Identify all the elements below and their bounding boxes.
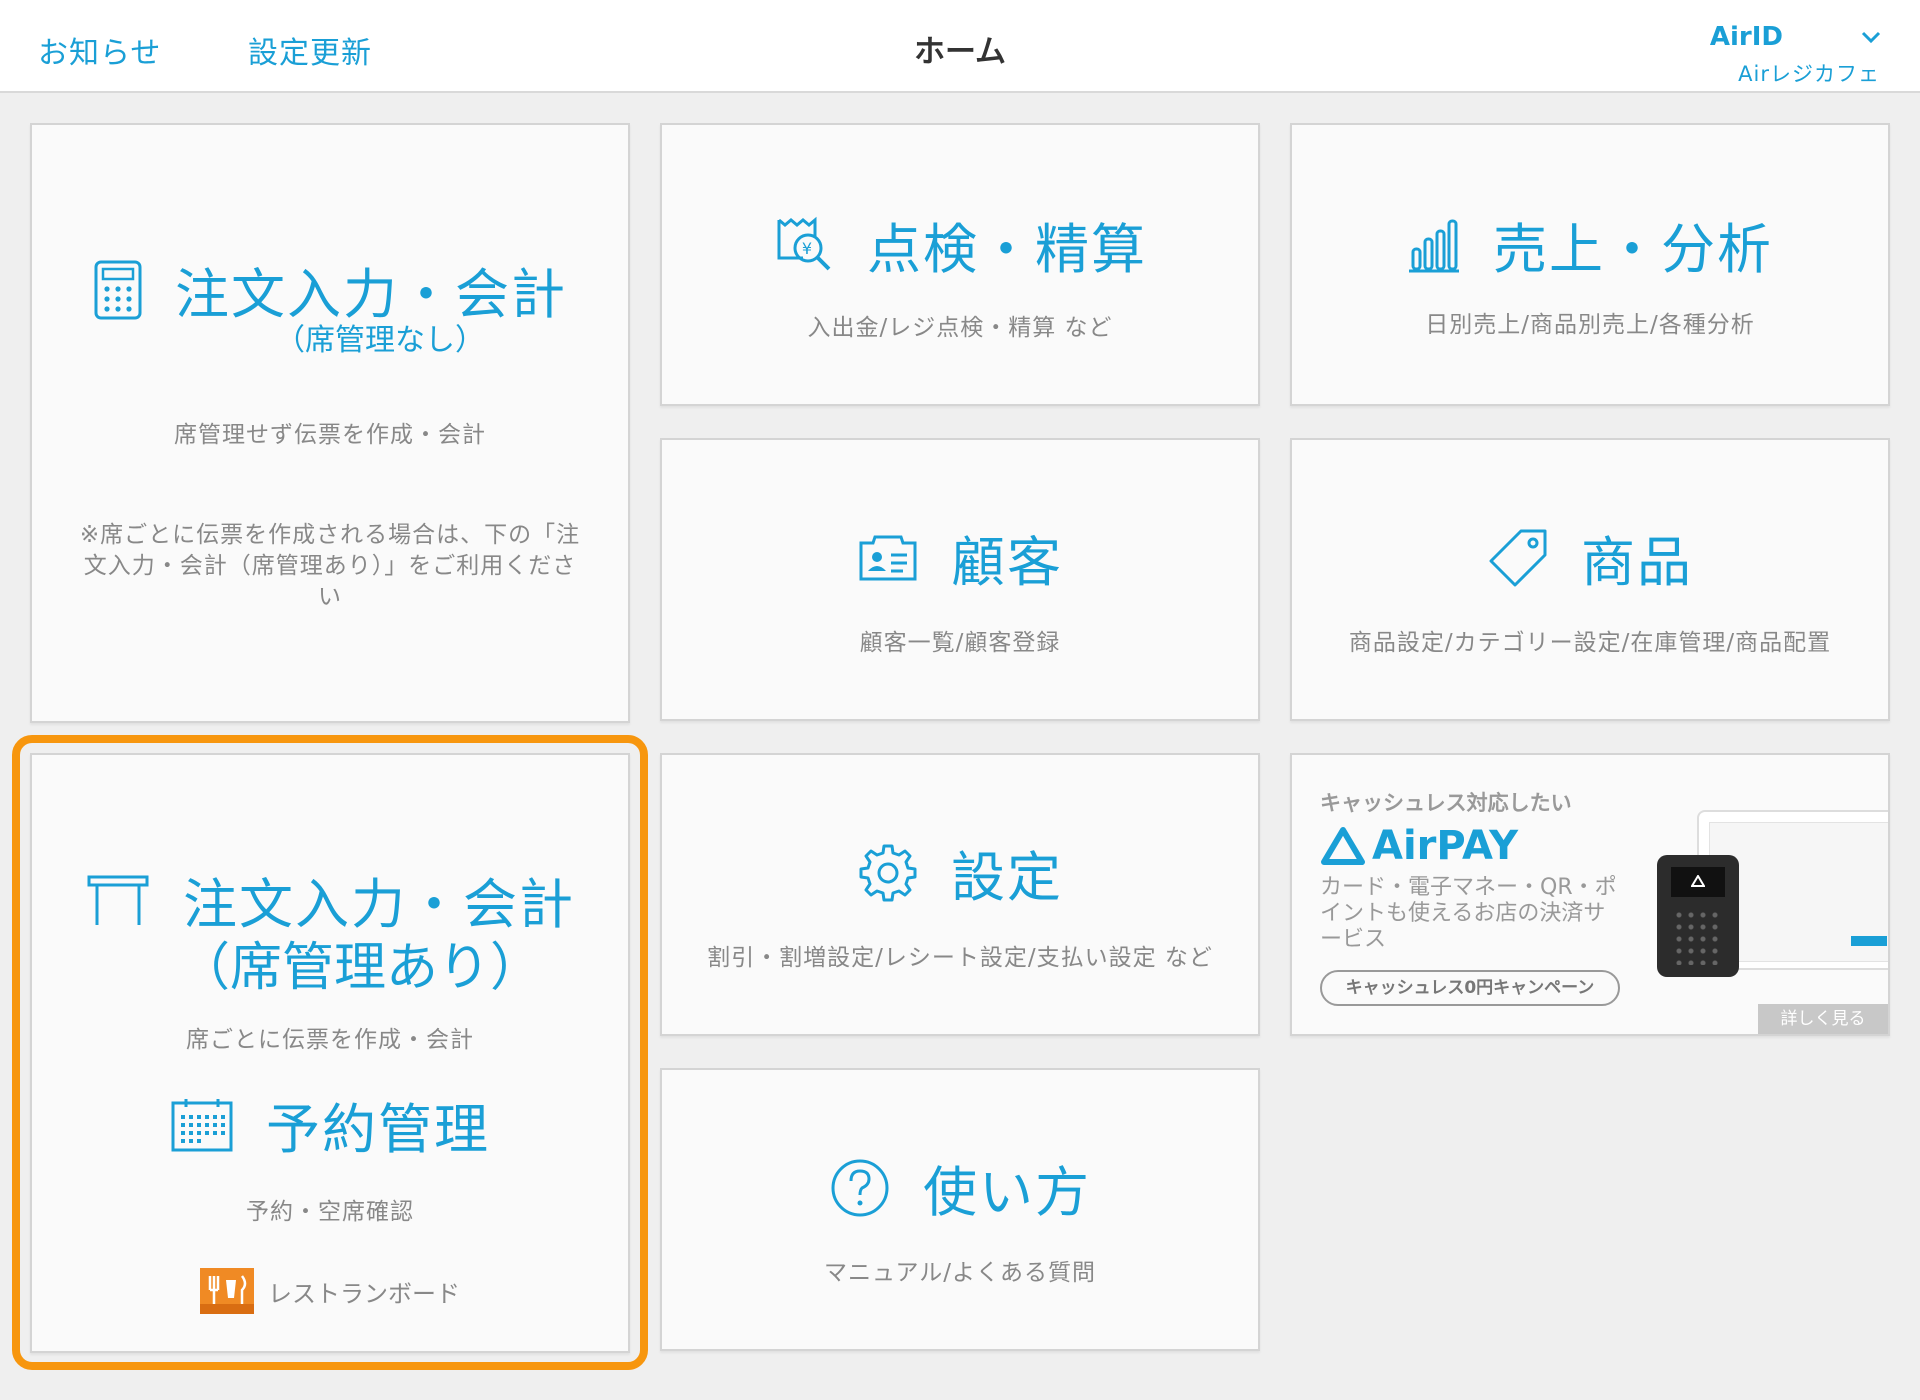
bar-chart-icon xyxy=(1409,219,1459,272)
howto-card[interactable]: 使い方 マニュアル/よくある質問 xyxy=(660,1068,1260,1351)
table-icon xyxy=(87,875,149,925)
order-seat-paren: （席管理あり） xyxy=(177,938,542,998)
howto-desc: マニュアル/よくある質問 xyxy=(823,1260,1097,1286)
gear-icon xyxy=(859,844,917,901)
promo-headline: キャッシュレス対応したい xyxy=(1320,791,1572,815)
campaign-button[interactable]: キャッシュレス0円キャンペーン xyxy=(1320,970,1620,1006)
settings-update-link[interactable]: 設定更新 xyxy=(248,28,372,72)
inspection-title-row: ¥ 点検・精算 xyxy=(662,205,1258,284)
product-desc: 商品設定/カテゴリー設定/在庫管理/商品配置 xyxy=(1348,630,1832,656)
sales-card[interactable]: 売上・分析 日別売上/商品別売上/各種分析 xyxy=(1290,123,1890,406)
store-name: Airレジカフェ xyxy=(1738,62,1880,86)
sales-title: 売上・分析 xyxy=(1493,218,1773,281)
card-reader-illustration xyxy=(1657,855,1739,977)
airpay-triangle-icon xyxy=(1321,827,1365,865)
help-icon xyxy=(831,1159,889,1216)
inspection-desc: 入出金/レジ点検・精算 など xyxy=(807,315,1113,341)
reservation-desc: 予約・空席確認 xyxy=(246,1199,414,1225)
restaurant-board-row[interactable]: レストランボード xyxy=(32,1268,628,1314)
sales-title-row: 売上・分析 xyxy=(1292,205,1888,284)
order-seat-desc: 席ごとに伝票を作成・会計 xyxy=(186,1027,474,1053)
top-header: お知らせ 設定更新 ホーム AirID Airレジカフェ xyxy=(0,0,1920,93)
settings-desc: 割引・割増設定/レシート設定/支払い設定 など xyxy=(707,945,1213,971)
settings-title-row: 設定 xyxy=(662,833,1258,912)
restaurant-board-logo xyxy=(200,1268,254,1314)
see-more-button[interactable]: 詳しく見る xyxy=(1758,1004,1888,1034)
airpay-promo-card[interactable]: キャッシュレス対応したい AirPAY カード・電子マネー・QR・ポイントも使え… xyxy=(1290,753,1890,1036)
sales-desc: 日別売上/商品別売上/各種分析 xyxy=(1425,312,1755,338)
restaurant-board-label: レストランボード xyxy=(268,1279,460,1308)
svg-text:¥: ¥ xyxy=(802,239,814,258)
promo-body: カード・電子マネー・QR・ポイントも使えるお店の決済サービス xyxy=(1320,875,1617,952)
customer-title: 顧客 xyxy=(951,531,1063,594)
settings-title: 設定 xyxy=(951,846,1063,909)
inspection-card[interactable]: ¥ 点検・精算 入出金/レジ点検・精算 など xyxy=(660,123,1260,406)
price-tag-icon xyxy=(1489,529,1547,586)
airid-account-button[interactable]: AirID xyxy=(1710,22,1783,52)
receipt-search-icon: ¥ xyxy=(777,216,831,270)
customer-card-icon xyxy=(859,535,917,580)
product-title: 商品 xyxy=(1581,531,1693,594)
customer-desc: 顧客一覧/顧客登録 xyxy=(859,630,1061,656)
order-no-seat-paren: （席管理なし） xyxy=(275,323,485,358)
reservation-title: 予約管理 xyxy=(266,1098,490,1161)
notice-link[interactable]: お知らせ xyxy=(38,28,161,72)
order-no-seat-note: ※席ごとに伝票を作成される場合は、下の「注文入力・会計（席管理あり）」をご利用く… xyxy=(79,522,581,610)
reservation-title-row[interactable]: 予約管理 xyxy=(32,1085,628,1164)
order-no-seat-card[interactable]: 注文入力・会計 （席管理なし） 席管理せず伝票を作成・会計 ※席ごとに伝票を作成… xyxy=(30,123,630,723)
product-card[interactable]: 商品 商品設定/カテゴリー設定/在庫管理/商品配置 xyxy=(1290,438,1890,721)
inspection-title: 点検・精算 xyxy=(867,218,1147,281)
calendar-icon xyxy=(171,1098,233,1151)
howto-title: 使い方 xyxy=(923,1161,1091,1224)
airpay-logo: AirPAY xyxy=(1320,823,1518,869)
order-seat-card[interactable]: 注文入力・会計 （席管理あり） 席ごとに伝票を作成・会計 予約管理 予約・空席確… xyxy=(30,753,630,1353)
product-title-row: 商品 xyxy=(1292,518,1888,597)
howto-title-row: 使い方 xyxy=(662,1148,1258,1227)
calculator-icon xyxy=(94,260,142,319)
chevron-down-icon[interactable] xyxy=(1860,26,1882,48)
airpay-brand: AirPAY xyxy=(1372,823,1519,869)
customer-title-row: 顧客 xyxy=(662,518,1258,597)
order-no-seat-desc: 席管理せず伝票を作成・会計 xyxy=(174,422,486,448)
reader-logo-icon xyxy=(1691,875,1705,887)
settings-card[interactable]: 設定 割引・割増設定/レシート設定/支払い設定 など xyxy=(660,753,1260,1036)
customer-card[interactable]: 顧客 顧客一覧/顧客登録 xyxy=(660,438,1260,721)
